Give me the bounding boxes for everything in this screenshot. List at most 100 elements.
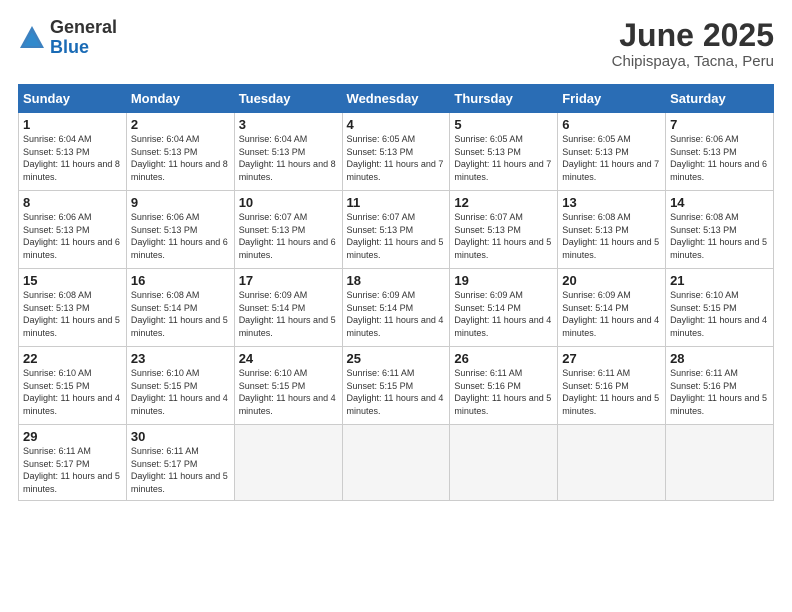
sunrise-label: Sunrise: 6:06 AM xyxy=(23,212,92,222)
day-number: 28 xyxy=(670,351,769,366)
day-info: Sunrise: 6:11 AM Sunset: 5:17 PM Dayligh… xyxy=(23,445,122,495)
daylight-label: Daylight: 11 hours and 5 minutes. xyxy=(23,315,120,338)
day-number: 21 xyxy=(670,273,769,288)
sunrise-label: Sunrise: 6:07 AM xyxy=(454,212,523,222)
sunrise-label: Sunrise: 6:06 AM xyxy=(670,134,739,144)
sunrise-label: Sunrise: 6:04 AM xyxy=(239,134,308,144)
daylight-label: Daylight: 11 hours and 5 minutes. xyxy=(239,315,336,338)
col-thursday: Thursday xyxy=(450,85,558,113)
logo-icon xyxy=(18,24,46,52)
daylight-label: Daylight: 11 hours and 5 minutes. xyxy=(131,315,228,338)
day-info: Sunrise: 6:09 AM Sunset: 5:14 PM Dayligh… xyxy=(239,289,338,339)
col-saturday: Saturday xyxy=(666,85,774,113)
day-number: 6 xyxy=(562,117,661,132)
sunrise-label: Sunrise: 6:04 AM xyxy=(131,134,200,144)
logo-text: General Blue xyxy=(50,18,117,58)
table-row: 8 Sunrise: 6:06 AM Sunset: 5:13 PM Dayli… xyxy=(19,191,127,269)
table-row: 19 Sunrise: 6:09 AM Sunset: 5:14 PM Dayl… xyxy=(450,269,558,347)
sunrise-label: Sunrise: 6:08 AM xyxy=(131,290,200,300)
day-number: 23 xyxy=(131,351,230,366)
sunset-label: Sunset: 5:13 PM xyxy=(23,225,90,235)
logo-general-text: General xyxy=(50,18,117,38)
daylight-label: Daylight: 11 hours and 7 minutes. xyxy=(347,159,444,182)
calendar-row: 1 Sunrise: 6:04 AM Sunset: 5:13 PM Dayli… xyxy=(19,113,774,191)
table-row xyxy=(450,425,558,500)
sunrise-label: Sunrise: 6:11 AM xyxy=(562,368,630,378)
daylight-label: Daylight: 11 hours and 5 minutes. xyxy=(454,237,551,260)
day-number: 22 xyxy=(23,351,122,366)
month-year: June 2025 xyxy=(612,18,774,53)
daylight-label: Daylight: 11 hours and 4 minutes. xyxy=(239,393,336,416)
daylight-label: Daylight: 11 hours and 5 minutes. xyxy=(454,393,551,416)
sunrise-label: Sunrise: 6:09 AM xyxy=(239,290,308,300)
day-info: Sunrise: 6:09 AM Sunset: 5:14 PM Dayligh… xyxy=(562,289,661,339)
day-info: Sunrise: 6:05 AM Sunset: 5:13 PM Dayligh… xyxy=(454,133,553,183)
day-info: Sunrise: 6:08 AM Sunset: 5:13 PM Dayligh… xyxy=(670,211,769,261)
table-row: 3 Sunrise: 6:04 AM Sunset: 5:13 PM Dayli… xyxy=(234,113,342,191)
daylight-label: Daylight: 11 hours and 4 minutes. xyxy=(347,393,444,416)
calendar-header-row: Sunday Monday Tuesday Wednesday Thursday… xyxy=(19,85,774,113)
table-row: 21 Sunrise: 6:10 AM Sunset: 5:15 PM Dayl… xyxy=(666,269,774,347)
sunset-label: Sunset: 5:14 PM xyxy=(239,303,306,313)
day-info: Sunrise: 6:08 AM Sunset: 5:14 PM Dayligh… xyxy=(131,289,230,339)
daylight-label: Daylight: 11 hours and 8 minutes. xyxy=(239,159,336,182)
sunrise-label: Sunrise: 6:09 AM xyxy=(347,290,416,300)
daylight-label: Daylight: 11 hours and 5 minutes. xyxy=(23,471,120,494)
day-number: 24 xyxy=(239,351,338,366)
table-row: 29 Sunrise: 6:11 AM Sunset: 5:17 PM Dayl… xyxy=(19,425,127,500)
daylight-label: Daylight: 11 hours and 6 minutes. xyxy=(670,159,767,182)
table-row: 17 Sunrise: 6:09 AM Sunset: 5:14 PM Dayl… xyxy=(234,269,342,347)
table-row: 20 Sunrise: 6:09 AM Sunset: 5:14 PM Dayl… xyxy=(558,269,666,347)
logo: General Blue xyxy=(18,18,117,58)
table-row: 13 Sunrise: 6:08 AM Sunset: 5:13 PM Dayl… xyxy=(558,191,666,269)
sunrise-label: Sunrise: 6:11 AM xyxy=(670,368,738,378)
table-row: 23 Sunrise: 6:10 AM Sunset: 5:15 PM Dayl… xyxy=(126,347,234,425)
day-info: Sunrise: 6:06 AM Sunset: 5:13 PM Dayligh… xyxy=(670,133,769,183)
table-row xyxy=(234,425,342,500)
day-info: Sunrise: 6:11 AM Sunset: 5:16 PM Dayligh… xyxy=(670,367,769,417)
table-row: 5 Sunrise: 6:05 AM Sunset: 5:13 PM Dayli… xyxy=(450,113,558,191)
table-row xyxy=(342,425,450,500)
day-number: 4 xyxy=(347,117,446,132)
sunrise-label: Sunrise: 6:09 AM xyxy=(562,290,631,300)
table-row: 15 Sunrise: 6:08 AM Sunset: 5:13 PM Dayl… xyxy=(19,269,127,347)
table-row: 6 Sunrise: 6:05 AM Sunset: 5:13 PM Dayli… xyxy=(558,113,666,191)
table-row: 14 Sunrise: 6:08 AM Sunset: 5:13 PM Dayl… xyxy=(666,191,774,269)
sunset-label: Sunset: 5:13 PM xyxy=(347,147,414,157)
day-number: 1 xyxy=(23,117,122,132)
sunrise-label: Sunrise: 6:08 AM xyxy=(670,212,739,222)
sunset-label: Sunset: 5:14 PM xyxy=(562,303,629,313)
sunrise-label: Sunrise: 6:11 AM xyxy=(23,446,91,456)
table-row: 9 Sunrise: 6:06 AM Sunset: 5:13 PM Dayli… xyxy=(126,191,234,269)
sunset-label: Sunset: 5:17 PM xyxy=(131,459,198,469)
sunrise-label: Sunrise: 6:11 AM xyxy=(454,368,522,378)
sunset-label: Sunset: 5:14 PM xyxy=(131,303,198,313)
col-tuesday: Tuesday xyxy=(234,85,342,113)
daylight-label: Daylight: 11 hours and 5 minutes. xyxy=(562,237,659,260)
day-number: 13 xyxy=(562,195,661,210)
daylight-label: Daylight: 11 hours and 4 minutes. xyxy=(23,393,120,416)
daylight-label: Daylight: 11 hours and 7 minutes. xyxy=(454,159,551,182)
daylight-label: Daylight: 11 hours and 8 minutes. xyxy=(23,159,120,182)
sunrise-label: Sunrise: 6:04 AM xyxy=(23,134,92,144)
day-info: Sunrise: 6:11 AM Sunset: 5:17 PM Dayligh… xyxy=(131,445,230,495)
daylight-label: Daylight: 11 hours and 5 minutes. xyxy=(347,237,444,260)
day-info: Sunrise: 6:05 AM Sunset: 5:13 PM Dayligh… xyxy=(562,133,661,183)
table-row: 24 Sunrise: 6:10 AM Sunset: 5:15 PM Dayl… xyxy=(234,347,342,425)
sunrise-label: Sunrise: 6:10 AM xyxy=(23,368,92,378)
sunrise-label: Sunrise: 6:11 AM xyxy=(131,446,199,456)
daylight-label: Daylight: 11 hours and 5 minutes. xyxy=(562,393,659,416)
sunset-label: Sunset: 5:15 PM xyxy=(347,381,414,391)
day-info: Sunrise: 6:09 AM Sunset: 5:14 PM Dayligh… xyxy=(347,289,446,339)
table-row: 27 Sunrise: 6:11 AM Sunset: 5:16 PM Dayl… xyxy=(558,347,666,425)
day-number: 18 xyxy=(347,273,446,288)
daylight-label: Daylight: 11 hours and 6 minutes. xyxy=(23,237,120,260)
day-info: Sunrise: 6:07 AM Sunset: 5:13 PM Dayligh… xyxy=(347,211,446,261)
day-number: 20 xyxy=(562,273,661,288)
day-number: 11 xyxy=(347,195,446,210)
day-info: Sunrise: 6:07 AM Sunset: 5:13 PM Dayligh… xyxy=(239,211,338,261)
daylight-label: Daylight: 11 hours and 6 minutes. xyxy=(131,237,228,260)
day-info: Sunrise: 6:06 AM Sunset: 5:13 PM Dayligh… xyxy=(131,211,230,261)
sunset-label: Sunset: 5:16 PM xyxy=(670,381,737,391)
table-row xyxy=(666,425,774,500)
